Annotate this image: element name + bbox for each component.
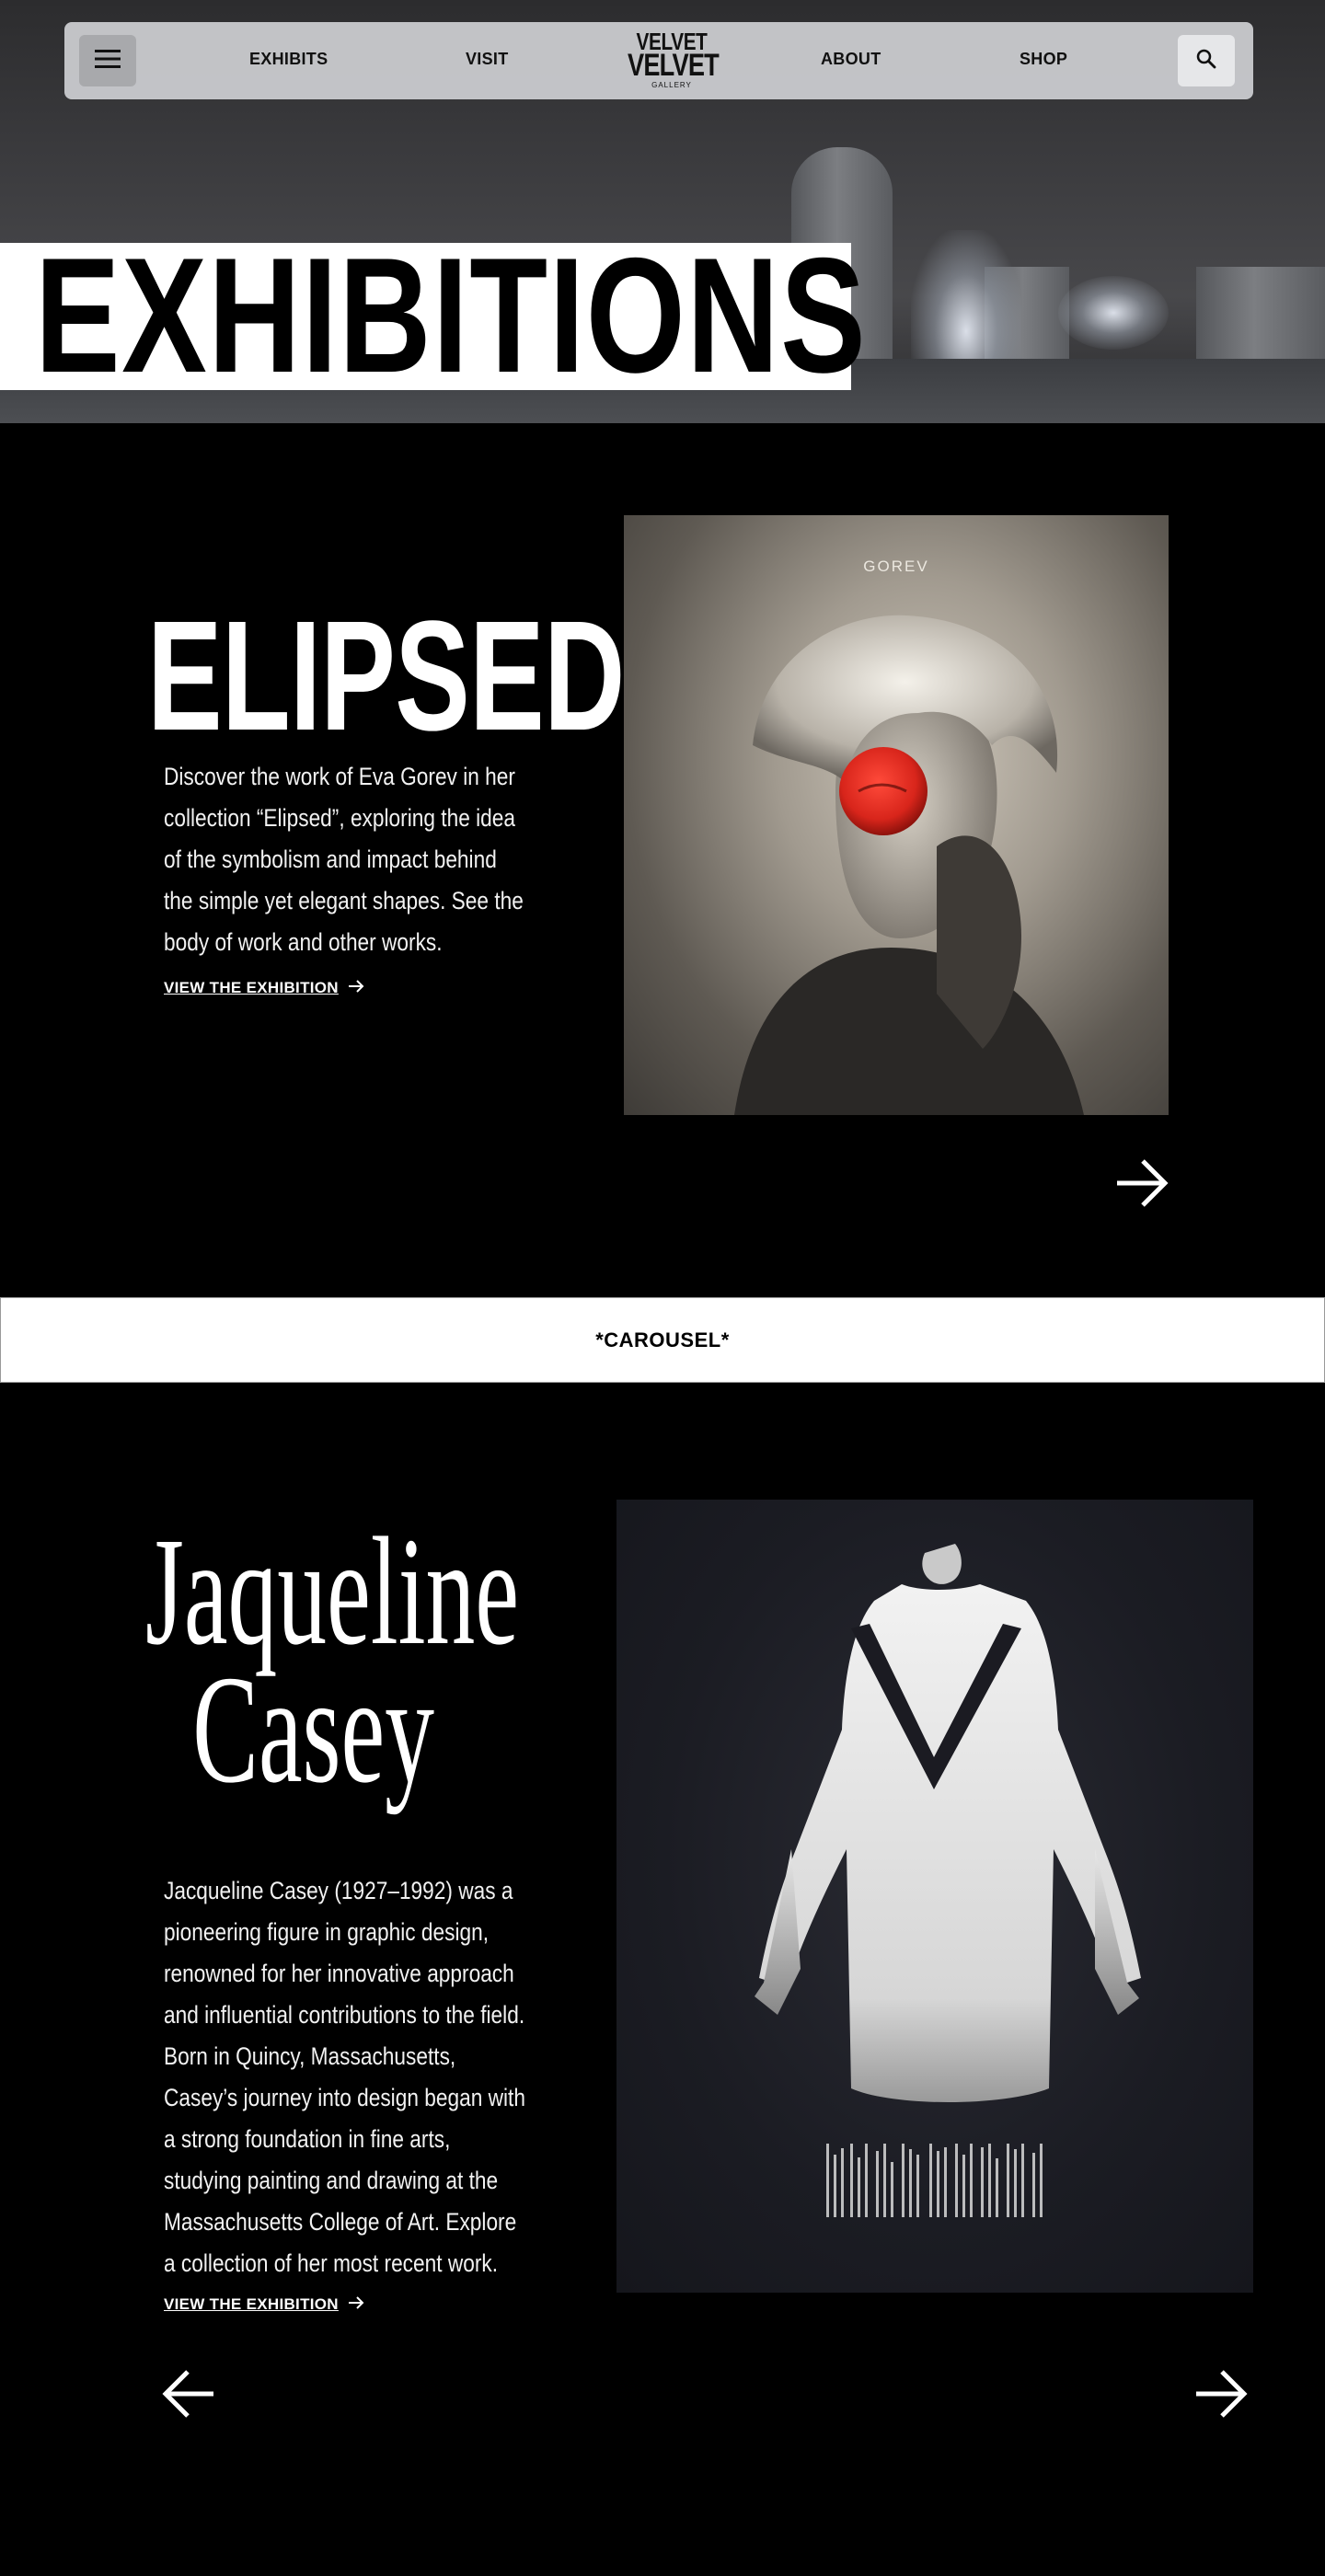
nav-link-visit[interactable]: VISIT <box>466 50 509 69</box>
nav-link-about[interactable]: ABOUT <box>821 50 881 69</box>
poster-portrait-art <box>734 615 1084 1115</box>
view-exhibition-link[interactable]: VIEW THE EXHIBITION <box>164 2295 364 2314</box>
poster-figure-art <box>755 1544 1141 2217</box>
exhibition-description: Jacqueline Casey (1927–1992) was a pione… <box>164 1877 525 2277</box>
exhibition-title: ELIPSED: <box>147 589 662 764</box>
nav-link-exhibits[interactable]: EXHIBITS <box>249 50 328 69</box>
view-exhibition-link[interactable]: VIEW THE EXHIBITION <box>164 979 364 997</box>
menu-icon <box>95 49 121 74</box>
arrow-left-icon <box>162 2370 215 2423</box>
search-icon <box>1195 48 1217 75</box>
exhibition-title-line-2: Casey <box>192 1644 434 1815</box>
arrow-right-icon <box>1115 1159 1169 1213</box>
exhibition-poster-gorev[interactable]: GOREV <box>624 515 1169 1115</box>
carousel-label: *CAROUSEL* <box>595 1328 730 1351</box>
search-button[interactable] <box>1178 35 1235 86</box>
velvet-gallery-logo[interactable]: VELVET VELVET GALLERY <box>616 29 727 89</box>
top-navigation: EXHIBITS VISIT VELVET VELVET GALLERY ABO… <box>64 22 1253 99</box>
logo-line-2: VELVET <box>628 48 720 83</box>
view-exhibition-label: VIEW THE EXHIBITION <box>164 979 339 996</box>
exhibition-title: Jaqueline Casey <box>145 1514 519 1815</box>
carousel-placeholder: *CAROUSEL* <box>0 1297 1325 1383</box>
arrow-right-icon <box>1194 2370 1248 2423</box>
hero-light <box>1058 276 1169 350</box>
arrow-right-icon <box>348 979 364 997</box>
logo-line-3: GALLERY <box>651 81 692 89</box>
exhibition-poster-casey[interactable] <box>616 1500 1253 2293</box>
nav-link-shop[interactable]: SHOP <box>1020 50 1067 69</box>
poster-caption: GOREV <box>863 558 929 575</box>
previous-arrow-button[interactable] <box>162 2368 215 2424</box>
page-title: EXHIBITIONS <box>35 224 868 407</box>
exhibition-description: Discover the work of Eva Gorev in her co… <box>164 763 524 956</box>
menu-button[interactable] <box>79 35 136 86</box>
arrow-right-icon <box>348 2295 364 2314</box>
view-exhibition-label: VIEW THE EXHIBITION <box>164 2295 339 2313</box>
next-arrow-button[interactable] <box>1115 1157 1169 1213</box>
next-arrow-button[interactable] <box>1194 2368 1248 2424</box>
